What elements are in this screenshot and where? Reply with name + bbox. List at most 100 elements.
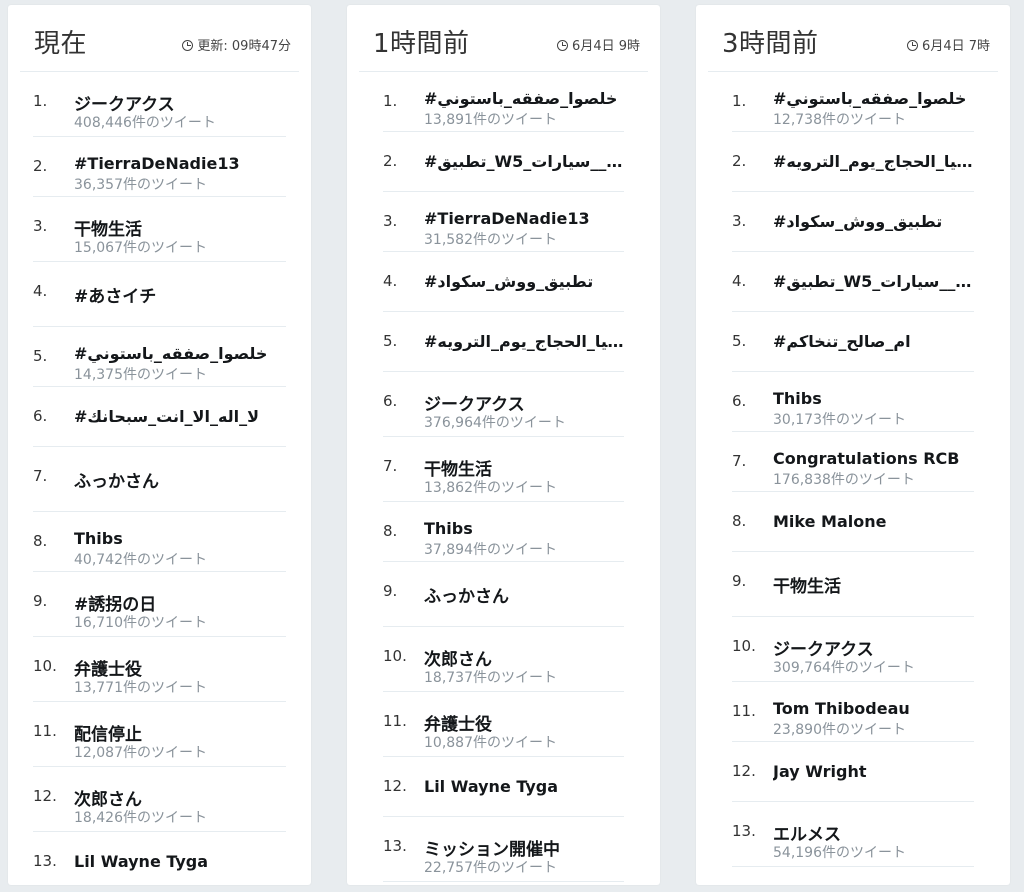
column-header: 現在 更新: 09時47分 xyxy=(20,5,299,72)
trend-item[interactable]: 2. #TierraDeNadie13 36,357件のツイート xyxy=(33,137,286,197)
trend-item[interactable]: 12. 次郎さん 18,426件のツイート xyxy=(33,767,286,832)
column-updated-time: 更新: 09時47分 xyxy=(182,35,291,54)
trend-item[interactable]: 9. #誘拐の日 16,710件のツイート xyxy=(33,572,286,637)
trend-item[interactable]: 10. 次郎さん 18,737件のツイート xyxy=(383,627,624,692)
trend-name-link[interactable]: #خلصوا_صفقه_باستوني xyxy=(424,89,624,108)
trend-item[interactable]: 2. #تبرع_لسقيا_الحجاج_يوم_الترويه xyxy=(732,132,974,192)
trend-item[interactable]: 12. Lil Wayne Tyga xyxy=(383,757,624,817)
trend-name-link[interactable]: Thibs xyxy=(773,389,974,408)
trend-item[interactable]: 1. #خلصوا_صفقه_باستوني 13,891件のツイート xyxy=(383,72,624,132)
trend-item[interactable]: 7. ふっかさん xyxy=(33,447,286,512)
trend-name-link[interactable]: #あさイチ xyxy=(74,282,286,307)
trend-list: 1. #خلصوا_صفقه_باستوني 12,738件のツイート 2. #تبرع… xyxy=(732,72,974,867)
trend-name-link[interactable]: 干物生活 xyxy=(773,572,974,597)
trend-item[interactable]: 3. #TierraDeNadie13 31,582件のツイート xyxy=(383,192,624,252)
trend-name-link[interactable]: #تطبيق_W5_احترافي__سيارات... xyxy=(773,272,974,291)
trend-item[interactable]: 4. #تطبيق_ووش_سكواد xyxy=(383,252,624,312)
trend-name-link[interactable]: #TierraDeNadie13 xyxy=(74,154,286,173)
trend-name-link[interactable]: #تطبيق_ووش_سكواد xyxy=(424,272,624,291)
trend-rank: 1. xyxy=(33,92,48,110)
tweet-count: 10,887件のツイート xyxy=(424,735,557,751)
trend-rank: 3. xyxy=(33,217,48,235)
tweet-count: 36,357件のツイート xyxy=(74,177,207,193)
trend-name-link[interactable]: Tom Thibodeau xyxy=(773,699,974,718)
trend-item[interactable]: 5. #تبرع_لسقيا_الحجاج_يوم_الترويه xyxy=(383,312,624,372)
tweet-count: 13,891件のツイート xyxy=(424,112,557,128)
trend-name-link[interactable]: #تطبيق_ووش_سكواد xyxy=(773,212,974,231)
trend-name-link[interactable]: ふっかさん xyxy=(424,582,624,607)
trend-item[interactable]: 6. #لا_اله_الا_انت_سبحانك xyxy=(33,387,286,447)
trend-item[interactable]: 13. Lil Wayne Tyga xyxy=(33,832,286,892)
trend-item[interactable]: 11. 配信停止 12,087件のツイート xyxy=(33,702,286,767)
trend-item[interactable]: 5. #خلصوا_صفقه_باستوني 14,375件のツイート xyxy=(33,327,286,387)
tweet-count: 12,087件のツイート xyxy=(74,745,207,761)
trend-item[interactable]: 1. #خلصوا_صفقه_باستوني 12,738件のツイート xyxy=(732,72,974,132)
trend-name-link[interactable]: Lil Wayne Tyga xyxy=(74,852,286,871)
trend-name-link[interactable]: #تبرع_لسقيا_الحجاج_يوم_الترويه xyxy=(424,332,624,351)
column-header: 3時間前 6月4日 7時 xyxy=(708,5,998,72)
tweet-count: 12,738件のツイート xyxy=(773,112,906,128)
tweet-count: 176,838件のツイート xyxy=(773,472,915,488)
trend-item[interactable]: 10. ジークアクス 309,764件のツイート xyxy=(732,617,974,682)
trend-rank: 11. xyxy=(732,702,756,720)
trend-item[interactable]: 8. Thibs 40,742件のツイート xyxy=(33,512,286,572)
trend-rank: 13. xyxy=(33,852,57,870)
trend-rank: 11. xyxy=(33,722,57,740)
tweet-count: 408,446件のツイート xyxy=(74,115,216,131)
trend-rank: 12. xyxy=(33,787,57,805)
trend-item[interactable]: 3. #تطبيق_ووش_سكواد xyxy=(732,192,974,252)
trend-rank: 7. xyxy=(33,467,48,485)
column-updated-time: 6月4日 9時 xyxy=(557,35,640,54)
tweet-count: 309,764件のツイート xyxy=(773,660,915,676)
trend-name-link[interactable]: Jay Wright xyxy=(773,762,974,781)
tweet-count: 22,757件のツイート xyxy=(424,860,557,876)
trend-name-link[interactable]: #تبرع_لسقيا_الحجاج_يوم_الترويه xyxy=(773,152,974,171)
trend-name-link[interactable]: #لا_اله_الا_انت_سبحانك xyxy=(74,407,286,426)
trend-name-link[interactable]: #ام_صالح_تنخاكم xyxy=(773,332,974,351)
trend-item[interactable]: 3. 干物生活 15,067件のツイート xyxy=(33,197,286,262)
trend-item[interactable]: 9. ふっかさん xyxy=(383,562,624,627)
trend-item[interactable]: 13. ミッション開催中 22,757件のツイート xyxy=(383,817,624,882)
trend-name-link[interactable]: Thibs xyxy=(424,519,624,538)
trend-name-link[interactable]: #تطبيق_W5_احترافي__سيارات... xyxy=(424,152,624,171)
trend-item[interactable]: 7. 干物生活 13,862件のツイート xyxy=(383,437,624,502)
trend-name-link[interactable]: #TierraDeNadie13 xyxy=(424,209,624,228)
trend-rank: 12. xyxy=(732,762,756,780)
trend-name-link[interactable]: Congratulations RCB xyxy=(773,449,974,468)
trend-column-3h-ago: 3時間前 6月4日 7時 1. #خلصوا_صفقه_باستوني 12,738… xyxy=(696,5,1010,885)
trend-item[interactable]: 10. 弁護士役 13,771件のツイート xyxy=(33,637,286,702)
trend-item[interactable]: 9. 干物生活 xyxy=(732,552,974,617)
trend-item[interactable]: 8. Thibs 37,894件のツイート xyxy=(383,502,624,562)
trend-item[interactable]: 7. Congratulations RCB 176,838件のツイート xyxy=(732,432,974,492)
trend-name-link[interactable]: ふっかさん xyxy=(74,467,286,492)
trend-rank: 8. xyxy=(33,532,48,550)
trend-rank: 4. xyxy=(732,272,747,290)
trend-rank: 8. xyxy=(732,512,747,530)
trend-item[interactable]: 4. #あさイチ xyxy=(33,262,286,327)
trend-item[interactable]: 13. エルメス 54,196件のツイート xyxy=(732,802,974,867)
trend-item[interactable]: 6. Thibs 30,173件のツイート xyxy=(732,372,974,432)
trend-item[interactable]: 5. #ام_صالح_تنخاكم xyxy=(732,312,974,372)
column-title: 1時間前 xyxy=(373,29,470,59)
tweet-count: 18,737件のツイート xyxy=(424,670,557,686)
trend-column-1h-ago: 1時間前 6月4日 9時 1. #خلصوا_صفقه_باستوني 13,891… xyxy=(347,5,660,885)
trend-name-link[interactable]: #خلصوا_صفقه_باستوني xyxy=(773,89,974,108)
column-time-label: 6月4日 7時 xyxy=(922,39,990,54)
trend-name-link[interactable]: Thibs xyxy=(74,529,286,548)
trend-item[interactable]: 6. ジークアクス 376,964件のツイート xyxy=(383,372,624,437)
trend-item[interactable]: 2. #تطبيق_W5_احترافي__سيارات... xyxy=(383,132,624,192)
trend-item[interactable]: 11. Tom Thibodeau 23,890件のツイート xyxy=(732,682,974,742)
trend-name-link[interactable]: Lil Wayne Tyga xyxy=(424,777,624,796)
trend-list: 1. ジークアクス 408,446件のツイート 2. #TierraDeNadie13 3… xyxy=(33,72,286,892)
trend-item[interactable]: 1. ジークアクス 408,446件のツイート xyxy=(33,72,286,137)
tweet-count: 18,426件のツイート xyxy=(74,810,207,826)
trend-item[interactable]: 4. #تطبيق_W5_احترافي__سيارات... xyxy=(732,252,974,312)
trend-rank: 12. xyxy=(383,777,407,795)
trend-name-link[interactable]: Mike Malone xyxy=(773,512,974,531)
trend-rank: 5. xyxy=(33,347,48,365)
trend-item[interactable]: 8. Mike Malone xyxy=(732,492,974,552)
trend-item[interactable]: 11. 弁護士役 10,887件のツイート xyxy=(383,692,624,757)
trend-name-link[interactable]: #خلصوا_صفقه_باستوني xyxy=(74,344,286,363)
trend-item[interactable]: 12. Jay Wright xyxy=(732,742,974,802)
tweet-count: 30,173件のツイート xyxy=(773,412,906,428)
